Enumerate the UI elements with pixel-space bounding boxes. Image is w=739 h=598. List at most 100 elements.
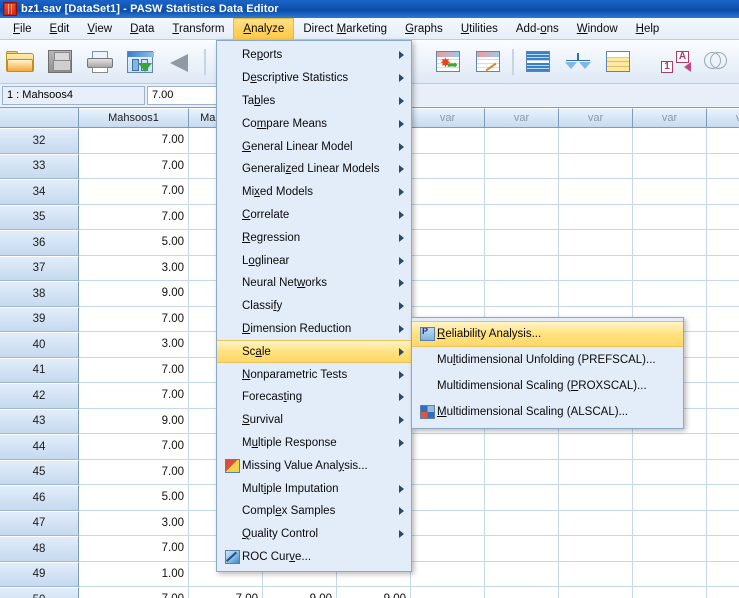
row-header[interactable]: 41	[0, 357, 79, 383]
grid-cell[interactable]: 7.00	[79, 128, 189, 154]
row-header[interactable]: 46	[0, 485, 79, 511]
split-file-button[interactable]	[518, 42, 558, 82]
grid-cell[interactable]	[707, 332, 739, 358]
grid-cell[interactable]	[559, 255, 633, 281]
select-cases-button[interactable]	[598, 42, 638, 82]
grid-cell[interactable]: 9.00	[263, 587, 337, 598]
menu-item-mixed-models[interactable]: Mixed Models	[217, 181, 411, 204]
row-header[interactable]: 39	[0, 306, 79, 332]
grid-cell[interactable]: 3.00	[79, 332, 189, 358]
menubar-item-help[interactable]: Help	[627, 18, 669, 39]
menubar-item-data[interactable]: Data	[121, 18, 163, 39]
grid-cell[interactable]	[485, 510, 559, 536]
grid-cell[interactable]	[707, 459, 739, 485]
grid-cell[interactable]	[633, 153, 707, 179]
menubar-item-window[interactable]: Window	[568, 18, 627, 39]
weight-cases-button[interactable]	[558, 42, 598, 82]
grid-cell[interactable]: 7.00	[79, 153, 189, 179]
menubar-item-analyze[interactable]: Analyze	[233, 18, 295, 39]
menu-item-scale[interactable]: Scale	[217, 340, 411, 364]
menu-item-descriptive-statistics[interactable]: Descriptive Statistics	[217, 67, 411, 90]
menu-item-nonparametric-tests[interactable]: Nonparametric Tests	[217, 363, 411, 386]
grid-cell[interactable]	[707, 204, 739, 230]
menu-item-missing-value-analysis[interactable]: Missing Value Analysis...	[217, 454, 411, 477]
menu-item-multiple-response[interactable]: Multiple Response	[217, 432, 411, 455]
grid-cell[interactable]	[633, 255, 707, 281]
insert-variable-button[interactable]	[468, 42, 508, 82]
menu-item-complex-samples[interactable]: Complex Samples	[217, 500, 411, 523]
menu-item-survival[interactable]: Survival	[217, 409, 411, 432]
grid-cell[interactable]: 9.00	[79, 408, 189, 434]
grid-cell[interactable]: 9.00	[337, 587, 411, 598]
grid-cell[interactable]	[411, 510, 485, 536]
grid-cell[interactable]	[633, 434, 707, 460]
grid-cell[interactable]	[633, 128, 707, 154]
grid-cell[interactable]	[707, 510, 739, 536]
menu-item-neural-networks[interactable]: Neural Networks	[217, 272, 411, 295]
grid-cell[interactable]: 7.00	[79, 204, 189, 230]
grid-cell[interactable]	[707, 153, 739, 179]
menu-item-roc-curve[interactable]: ROC Curve...	[217, 546, 411, 569]
grid-cell[interactable]	[633, 281, 707, 307]
grid-cell[interactable]: 7.00	[79, 459, 189, 485]
grid-cell[interactable]	[485, 255, 559, 281]
grid-column-header[interactable]: var	[633, 108, 707, 128]
grid-cell[interactable]	[485, 230, 559, 256]
grid-cell[interactable]	[707, 255, 739, 281]
row-header[interactable]: 40	[0, 332, 79, 358]
row-header[interactable]: 43	[0, 408, 79, 434]
grid-cell[interactable]	[411, 587, 485, 598]
menu-item-generalized-linear-models[interactable]: Generalized Linear Models	[217, 158, 411, 181]
grid-corner-header[interactable]	[0, 108, 79, 128]
grid-cell[interactable]	[633, 230, 707, 256]
grid-cell[interactable]	[559, 230, 633, 256]
grid-cell[interactable]: 3.00	[79, 255, 189, 281]
grid-cell[interactable]	[633, 587, 707, 598]
menu-item-tables[interactable]: Tables	[217, 90, 411, 113]
submenu-item-reliability-analysis[interactable]: Reliability Analysis...	[412, 321, 683, 347]
grid-cell[interactable]	[559, 281, 633, 307]
grid-cell[interactable]	[707, 230, 739, 256]
grid-cell[interactable]: 5.00	[79, 230, 189, 256]
row-header[interactable]: 44	[0, 434, 79, 460]
print-button[interactable]	[80, 42, 120, 82]
grid-cell[interactable]	[707, 536, 739, 562]
row-header[interactable]: 50	[0, 587, 79, 598]
grid-cell[interactable]	[559, 485, 633, 511]
menubar-item-edit[interactable]: Edit	[41, 18, 79, 39]
grid-cell[interactable]	[559, 204, 633, 230]
menu-item-forecasting[interactable]: Forecasting	[217, 386, 411, 409]
submenu-item-multidimensional-unfolding-prefscal[interactable]: Multidimensional Unfolding (PREFSCAL)...	[412, 347, 683, 373]
grid-cell[interactable]: 7.00	[79, 434, 189, 460]
grid-cell[interactable]	[633, 510, 707, 536]
row-header[interactable]: 33	[0, 153, 79, 179]
grid-cell[interactable]: 7.00	[79, 306, 189, 332]
grid-cell[interactable]	[485, 128, 559, 154]
menu-item-regression[interactable]: Regression	[217, 226, 411, 249]
grid-cell[interactable]	[485, 587, 559, 598]
row-header[interactable]: 42	[0, 383, 79, 409]
grid-cell[interactable]	[485, 434, 559, 460]
grid-cell[interactable]	[411, 434, 485, 460]
menubar-item-file[interactable]: File	[4, 18, 41, 39]
row-header[interactable]: 37	[0, 255, 79, 281]
menu-item-loglinear[interactable]: Loglinear	[217, 249, 411, 272]
grid-cell[interactable]	[559, 128, 633, 154]
grid-cell[interactable]: 7.00	[79, 587, 189, 598]
grid-cell[interactable]: 7.00	[189, 587, 263, 598]
row-header[interactable]: 35	[0, 204, 79, 230]
use-variable-sets-button[interactable]	[696, 42, 736, 82]
grid-cell[interactable]: 1.00	[79, 561, 189, 587]
grid-column-header[interactable]: Mahsoos1	[79, 108, 189, 128]
menu-item-multiple-imputation[interactable]: Multiple Imputation	[217, 477, 411, 500]
grid-cell[interactable]: 7.00	[79, 357, 189, 383]
grid-cell[interactable]	[411, 459, 485, 485]
grid-cell[interactable]: 5.00	[79, 485, 189, 511]
grid-cell[interactable]: 7.00	[79, 179, 189, 205]
grid-cell[interactable]	[559, 510, 633, 536]
menu-item-compare-means[interactable]: Compare Means	[217, 112, 411, 135]
grid-cell[interactable]	[411, 536, 485, 562]
menu-item-correlate[interactable]: Correlate	[217, 204, 411, 227]
grid-cell[interactable]: 7.00	[79, 536, 189, 562]
grid-cell[interactable]: 3.00	[79, 510, 189, 536]
